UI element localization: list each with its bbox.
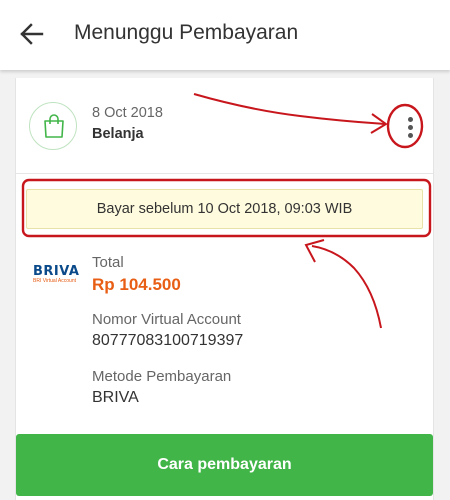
virtual-account-label: Nomor Virtual Account: [92, 311, 241, 328]
order-header: 8 Oct 2018 Belanja: [16, 78, 433, 174]
more-options-icon[interactable]: [399, 111, 423, 143]
total-label: Total: [92, 254, 124, 271]
order-date: 8 Oct 2018: [92, 105, 163, 121]
total-value: Rp 104.500: [92, 275, 181, 294]
back-arrow-icon[interactable]: [16, 18, 52, 50]
briva-logo: BRIVA BRI Virtual Account: [33, 264, 80, 284]
briva-logo-text: BRIVA: [33, 264, 80, 279]
payment-deadline-banner: Bayar sebelum 10 Oct 2018, 09:03 WIB: [26, 189, 423, 229]
briva-logo-subtext: BRI Virtual Account: [33, 278, 76, 284]
page-title: Menunggu Pembayaran: [74, 21, 299, 44]
shopping-bag-icon: [29, 102, 77, 150]
payment-instructions-button[interactable]: Cara pembayaran: [16, 434, 433, 496]
app-bar: Menunggu Pembayaran: [0, 0, 450, 70]
virtual-account-number: 80777083100719397: [92, 332, 244, 349]
payment-method-label: Metode Pembayaran: [92, 368, 232, 385]
order-type: Belanja: [92, 126, 144, 142]
payment-method-value: BRIVA: [92, 389, 139, 406]
